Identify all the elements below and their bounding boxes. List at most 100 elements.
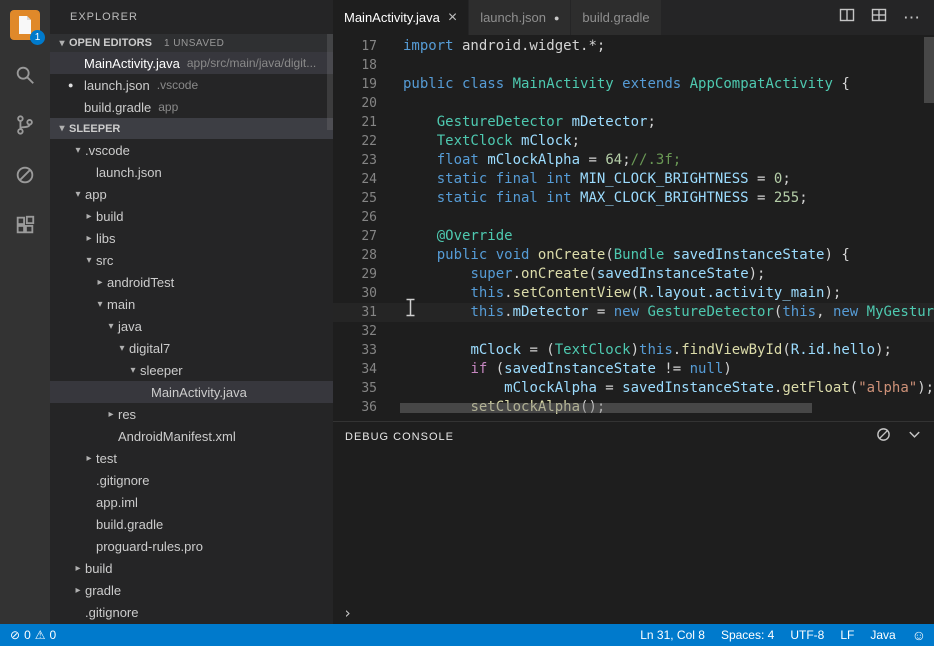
code-line-19: 19public class MainActivity extends AppC… xyxy=(333,75,934,94)
open-editor-build-gradle[interactable]: build.gradleapp xyxy=(50,96,333,118)
open-editors-header[interactable]: ▾ OPEN EDITORS 1 UNSAVED xyxy=(50,34,333,52)
code-token: setContentView xyxy=(513,285,631,301)
code-area: 17import android.widget.*;1819public cla… xyxy=(333,35,934,417)
tab-label: MainActivity.java xyxy=(344,10,440,25)
feedback-smiley-icon[interactable]: ☺ xyxy=(904,627,934,643)
tree-item-androidmanifest-xml[interactable]: AndroidManifest.xml xyxy=(50,425,333,447)
code-token: GestureDetector xyxy=(437,114,563,130)
tree-item-build[interactable]: ▸build xyxy=(50,557,333,579)
tree-item-java[interactable]: ▾java xyxy=(50,315,333,337)
tree-item-main[interactable]: ▾main xyxy=(50,293,333,315)
code-token: AppCompatActivity xyxy=(690,76,833,92)
tab-launch-json[interactable]: launch.json ● xyxy=(469,0,571,35)
status-eol[interactable]: LF xyxy=(832,628,862,642)
tree-item-sleeper[interactable]: ▾sleeper xyxy=(50,359,333,381)
code-line-21: 21 GestureDetector mDetector; xyxy=(333,113,934,132)
tree-item-build-gradle[interactable]: build.gradle xyxy=(50,623,333,624)
code-token: = ( xyxy=(521,342,555,358)
folder-section-header[interactable]: ▾ SLEEPER xyxy=(50,118,333,139)
dirty-indicator: ● xyxy=(554,13,559,23)
code-token xyxy=(681,76,689,92)
code-text: @Override xyxy=(377,227,513,246)
code-line-31: 31 this.mDetector = new GestureDetector(… xyxy=(333,303,934,322)
tree-item-test[interactable]: ▸test xyxy=(50,447,333,469)
code-editor[interactable]: 17import android.widget.*;1819public cla… xyxy=(333,35,934,421)
line-number: 17 xyxy=(333,37,377,56)
console-input[interactable]: › xyxy=(333,602,934,624)
code-text: mClockAlpha = savedInstanceState.getFloa… xyxy=(377,379,934,398)
problems-indicator[interactable]: ⊘ 0 ⚠ 0 xyxy=(0,628,56,642)
source-control-icon[interactable] xyxy=(0,100,50,150)
code-token: Bundle xyxy=(614,247,665,263)
tree-item-androidtest[interactable]: ▸androidTest xyxy=(50,271,333,293)
line-number: 23 xyxy=(333,151,377,170)
panel-header: DEBUG CONSOLE xyxy=(333,422,934,452)
code-token: ( xyxy=(631,285,639,301)
item-label: build xyxy=(96,209,123,224)
search-icon[interactable] xyxy=(0,50,50,100)
debug-icon[interactable] xyxy=(0,150,50,200)
line-number: 34 xyxy=(333,360,377,379)
collapse-panel-icon[interactable] xyxy=(907,427,922,447)
tree-item-build-gradle[interactable]: build.gradle xyxy=(50,513,333,535)
tree-item-src[interactable]: ▾src xyxy=(50,249,333,271)
dirty-indicator: ● xyxy=(68,80,84,90)
code-token xyxy=(614,76,622,92)
tree-item-libs[interactable]: ▸libs xyxy=(50,227,333,249)
tree-item-gitignore[interactable]: .gitignore xyxy=(50,601,333,623)
console-output xyxy=(333,452,934,602)
horizontal-scrollbar[interactable] xyxy=(400,403,812,413)
code-text xyxy=(377,322,403,341)
extensions-icon[interactable] xyxy=(0,200,50,250)
clear-console-icon[interactable] xyxy=(876,427,891,447)
status-cursor-position[interactable]: Ln 31, Col 8 xyxy=(632,628,713,642)
code-token: = xyxy=(580,152,605,168)
tree-item-gitignore[interactable]: .gitignore xyxy=(50,469,333,491)
explorer-icon[interactable]: 1 xyxy=(0,0,50,50)
tab-label: launch.json xyxy=(480,10,546,25)
close-icon[interactable]: × xyxy=(448,10,457,26)
tree-item-mainactivity-java[interactable]: MainActivity.java xyxy=(50,381,333,403)
tree-item-launch-json[interactable]: launch.json xyxy=(50,161,333,183)
code-line-26: 26 xyxy=(333,208,934,227)
code-token: ( xyxy=(605,247,613,263)
code-token: extends xyxy=(622,76,681,92)
tree-item-app[interactable]: ▾app xyxy=(50,183,333,205)
chevron-right-icon: ▸ xyxy=(71,563,85,574)
panel-title[interactable]: DEBUG CONSOLE xyxy=(345,431,454,443)
tab-build-gradle[interactable]: build.gradle xyxy=(571,0,661,35)
code-token xyxy=(403,361,470,377)
item-label: test xyxy=(96,451,117,466)
tab-mainactivity-java[interactable]: MainActivity.java × xyxy=(333,0,469,35)
code-token xyxy=(403,247,437,263)
vertical-scrollbar[interactable] xyxy=(924,37,934,103)
tree-item-vscode[interactable]: ▾.vscode xyxy=(50,139,333,161)
item-label: .gitignore xyxy=(96,473,149,488)
code-token xyxy=(572,190,580,206)
code-token: float xyxy=(437,152,479,168)
code-token: TextClock xyxy=(437,133,513,149)
main-row: 1 EXPLORER ▾ OPEN EDITORS 1 UNSAVED xyxy=(0,0,934,624)
tree-item-build[interactable]: ▸build xyxy=(50,205,333,227)
tree-item-digital7[interactable]: ▾digital7 xyxy=(50,337,333,359)
split-editor-icon[interactable] xyxy=(839,7,855,28)
open-editor-launch-json[interactable]: ●launch.json.vscode xyxy=(50,74,333,96)
tree-item-proguard-rules-pro[interactable]: proguard-rules.pro xyxy=(50,535,333,557)
file-path: .vscode xyxy=(157,78,333,92)
more-actions-icon[interactable]: ⋯ xyxy=(903,9,920,26)
line-number: 36 xyxy=(333,398,377,417)
tree-item-app-iml[interactable]: app.iml xyxy=(50,491,333,513)
status-language-mode[interactable]: Java xyxy=(862,628,903,642)
code-text: if (savedInstanceState != null) xyxy=(377,360,732,379)
code-token: R.layout.activity_main xyxy=(639,285,824,301)
tree-item-gradle[interactable]: ▸gradle xyxy=(50,579,333,601)
layout-icon[interactable] xyxy=(871,7,887,28)
status-encoding[interactable]: UTF-8 xyxy=(782,628,832,642)
code-token: super xyxy=(470,266,512,282)
code-token: @Override xyxy=(437,228,513,244)
status-indentation[interactable]: Spaces: 4 xyxy=(713,628,782,642)
open-editor-mainactivity-java[interactable]: MainActivity.javaapp/src/main/java/digit… xyxy=(50,52,333,74)
code-token: import xyxy=(403,38,454,54)
tree-item-res[interactable]: ▸res xyxy=(50,403,333,425)
tab-label: build.gradle xyxy=(582,10,649,25)
